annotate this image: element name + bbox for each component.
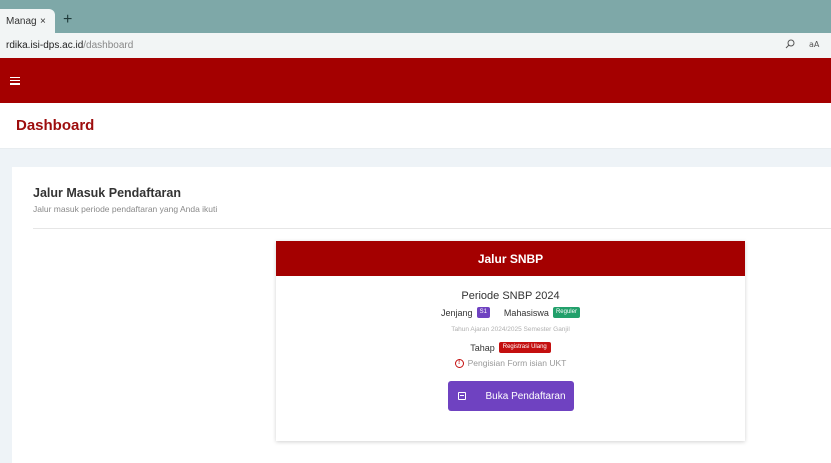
- svg-text:aA: aA: [809, 40, 820, 49]
- jenjang-badge: S1: [476, 307, 490, 318]
- periode-label: Periode SNBP 2024: [461, 290, 560, 302]
- jenjang-label: Jenjang: [441, 307, 473, 318]
- app-header: [0, 58, 831, 103]
- snbp-card: Jalur SNBP Periode SNBP 2024 Jenjang S1 …: [276, 241, 745, 441]
- card-title: Jalur Masuk Pendaftaran: [33, 186, 181, 200]
- new-tab-icon[interactable]: +: [63, 10, 72, 30]
- calendar-icon: [457, 392, 466, 400]
- button-label: Buka Pendaftaran: [485, 390, 566, 402]
- close-icon[interactable]: ×: [40, 16, 46, 27]
- mahasiswa-badge: Reguler: [552, 307, 580, 318]
- tahap-label: Tahap: [470, 342, 495, 353]
- read-aloud-icon[interactable]: aA: [809, 39, 821, 49]
- buka-pendaftaran-button[interactable]: Buka Pendaftaran: [447, 381, 574, 411]
- tahun-ajaran: Tahun Ajaran 2024/2025 Semester Ganjil: [451, 326, 570, 333]
- hamburger-icon[interactable]: [10, 76, 20, 85]
- address-bar[interactable]: rdika.isi-dps.ac.id/dashboard aA: [0, 33, 831, 58]
- info-text: Pengisian Form isian UKT: [467, 358, 567, 368]
- address-bar-icons: aA: [785, 39, 821, 49]
- jenjang-row: Jenjang S1 Mahasiswa Reguler: [276, 307, 745, 318]
- search-icon[interactable]: [785, 39, 795, 49]
- tab-title: Manag: [6, 15, 36, 27]
- mahasiswa-label: Mahasiswa: [503, 307, 549, 318]
- card-subtitle: Jalur masuk periode pendaftaran yang And…: [33, 204, 218, 214]
- info-row: ! Pengisian Form isian UKT: [276, 358, 745, 368]
- page-title: Dashboard: [16, 117, 95, 134]
- tahap-badge: Registrasi Ulang: [498, 342, 551, 353]
- page-title-bar: Dashboard: [0, 103, 831, 149]
- url-host: rdika.isi-dps.ac.id: [6, 40, 84, 51]
- browser-tab-bar: Manag × +: [0, 0, 831, 33]
- divider: [33, 228, 831, 229]
- snbp-body: Periode SNBP 2024 Jenjang S1 Mahasiswa R…: [276, 290, 745, 411]
- info-icon: !: [454, 358, 464, 368]
- url-path: /dashboard: [83, 40, 134, 51]
- registration-path-card: Jalur Masuk Pendaftaran Jalur masuk peri…: [12, 167, 831, 463]
- browser-tab[interactable]: Manag ×: [0, 9, 55, 33]
- snbp-header: Jalur SNBP: [276, 241, 745, 276]
- tahap-row: Tahap Registrasi Ulang: [276, 342, 745, 353]
